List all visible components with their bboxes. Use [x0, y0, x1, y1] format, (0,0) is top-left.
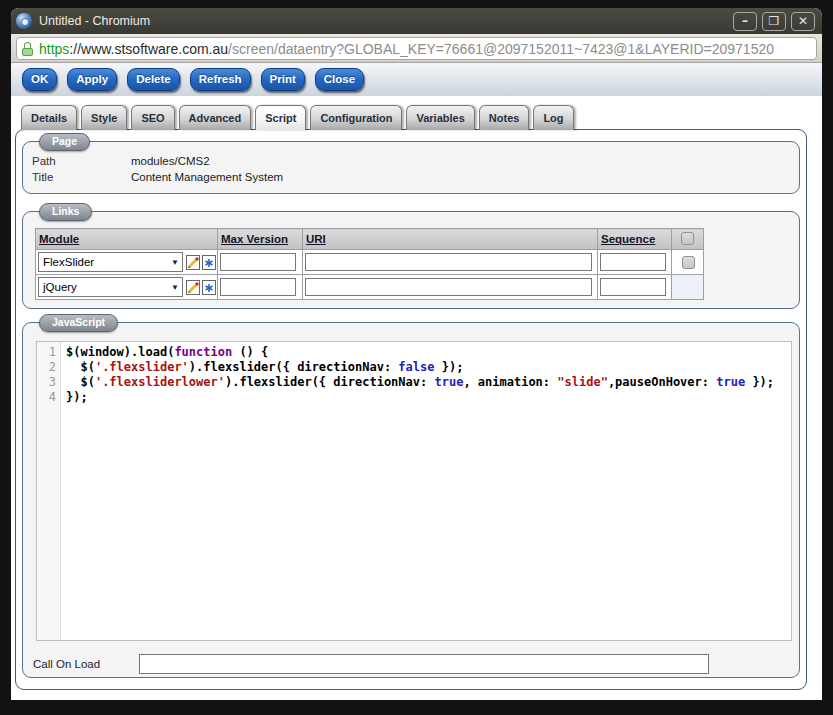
call-on-load-input[interactable] — [139, 654, 709, 674]
page-legend: Page — [39, 133, 90, 151]
tab-bar: DetailsStyleSEOAdvancedScriptConfigurati… — [21, 105, 822, 130]
tab-details[interactable]: Details — [21, 105, 77, 130]
module-select-value: FlexSlider — [43, 256, 94, 268]
tab-log[interactable]: Log — [533, 105, 573, 130]
maximize-button[interactable]: ❒ — [762, 12, 786, 31]
action-button-strip: OK Apply Delete Refresh Print Close — [11, 63, 822, 96]
code-line: $('.flexsliderlower').flexslider({ direc… — [66, 375, 774, 390]
field-value: modules/CMS2 — [131, 155, 210, 167]
edit-module-icon[interactable] — [186, 255, 201, 270]
links-fieldset: Links ModuleMax VersionURISequence FlexS… — [22, 211, 800, 309]
browser-window: Untitled - Chromium –❒ ✕ https://www.stso… — [11, 8, 822, 700]
edit-module-icon[interactable] — [186, 280, 201, 295]
page-field-row: Pathmodules/CMS2 — [32, 153, 799, 169]
refresh-button[interactable]: Refresh — [190, 68, 251, 91]
tab-style[interactable]: Style — [81, 105, 127, 130]
window-title: Untitled - Chromium — [39, 14, 733, 28]
call-on-load-label: Call On Load — [33, 658, 100, 670]
tab-seo[interactable]: SEO — [131, 105, 174, 130]
code-line: $('.flexslider').flexslider({ directionN… — [66, 360, 774, 375]
field-label: Path — [32, 155, 131, 167]
tab-notes[interactable]: Notes — [479, 105, 530, 130]
column-header-module[interactable]: Module — [36, 229, 218, 250]
links-legend: Links — [39, 203, 92, 221]
close-button[interactable]: ✕ — [791, 12, 815, 31]
column-header-uri[interactable]: URI — [303, 229, 598, 250]
tab-advanced[interactable]: Advanced — [179, 105, 252, 130]
links-table: ModuleMax VersionURISequence FlexSlider ▼… — [35, 228, 704, 300]
select-arrow-icon: ▼ — [171, 283, 179, 292]
apply-button[interactable]: Apply — [67, 68, 117, 91]
field-value: Content Management System — [131, 171, 283, 183]
line-number: 3 — [37, 375, 56, 390]
minimize-button[interactable]: – — [733, 12, 757, 31]
tab-panel: Page Pathmodules/CMS2TitleContent Manage… — [15, 129, 807, 690]
ok-button[interactable]: OK — [22, 68, 57, 91]
code-line: $(window).load(function () { — [66, 345, 774, 360]
module-select-value: jQuery — [43, 281, 77, 293]
link-row: jQuery ▼ — [36, 275, 704, 300]
line-number: 2 — [37, 360, 56, 375]
select-all-header — [672, 229, 704, 250]
select-all-checkbox[interactable] — [681, 232, 694, 245]
page-fieldset: Page Pathmodules/CMS2TitleContent Manage… — [22, 141, 800, 194]
title-bar: Untitled - Chromium –❒ ✕ — [11, 8, 822, 34]
sequence-input[interactable] — [600, 278, 666, 296]
browser-toolbar: https://www.stsoftware.com.au/screen/dat… — [11, 34, 822, 63]
sequence-input[interactable] — [600, 253, 666, 271]
javascript-legend: JavaScript — [39, 314, 118, 332]
column-header-sequence[interactable]: Sequence — [598, 229, 672, 250]
link-row: FlexSlider ▼ — [36, 250, 704, 275]
code-editor[interactable]: 1234 $(window).load(function () { $('.fl… — [36, 341, 792, 641]
tab-script[interactable]: Script — [255, 105, 306, 130]
code-area: $(window).load(function () { $('.flexsli… — [61, 342, 774, 640]
line-number-gutter: 1234 — [37, 342, 61, 640]
uri-input[interactable] — [305, 253, 592, 271]
code-line: }); — [66, 390, 774, 405]
page-content: OK Apply Delete Refresh Print Close DetailsSt… — [11, 63, 822, 700]
chromium-icon — [16, 13, 32, 29]
select-arrow-icon: ▼ — [171, 258, 179, 267]
max-version-input[interactable] — [220, 278, 296, 296]
column-header-max-version[interactable]: Max Version — [218, 229, 303, 250]
row-checkbox[interactable] — [682, 256, 695, 269]
uri-input[interactable] — [305, 278, 592, 296]
url-domain: ://www.stsoftware.com.au — [69, 41, 228, 57]
url-bar[interactable]: https://www.stsoftware.com.au/screen/dat… — [16, 37, 817, 60]
secure-lock-icon — [22, 42, 33, 56]
close-button[interactable]: Close — [315, 68, 364, 91]
delete-button[interactable]: Delete — [127, 68, 180, 91]
page-field-row: TitleContent Management System — [32, 169, 799, 185]
new-module-icon[interactable] — [202, 280, 217, 295]
new-module-icon[interactable] — [202, 255, 217, 270]
field-label: Title — [32, 171, 131, 183]
javascript-fieldset: JavaScript 1234 $(window).load(function … — [22, 322, 800, 678]
tab-variables[interactable]: Variables — [406, 105, 474, 130]
module-select[interactable]: FlexSlider ▼ — [38, 252, 183, 272]
url-path: /screen/dataentry?GLOBAL_KEY=76661@20971… — [228, 41, 774, 57]
line-number: 4 — [37, 390, 56, 405]
url-scheme: https — [39, 41, 69, 57]
max-version-input[interactable] — [220, 253, 296, 271]
module-select[interactable]: jQuery ▼ — [38, 277, 183, 297]
print-button[interactable]: Print — [261, 68, 305, 91]
tab-configuration[interactable]: Configuration — [310, 105, 402, 130]
line-number: 1 — [37, 345, 56, 360]
